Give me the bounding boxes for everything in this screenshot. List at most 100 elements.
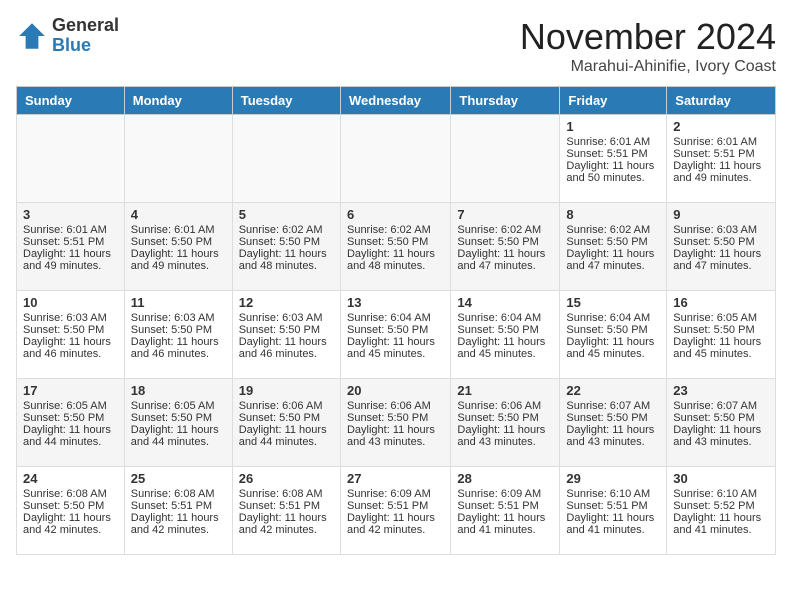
sunrise-text: Sunrise: 6:03 AM — [239, 312, 334, 324]
daylight-text: Daylight: 11 hours and 45 minutes. — [457, 336, 553, 360]
sunset-text: Sunset: 5:50 PM — [239, 412, 334, 424]
calendar-day-header: Wednesday — [340, 87, 450, 115]
sunrise-text: Sunrise: 6:02 AM — [239, 224, 334, 236]
sunrise-text: Sunrise: 6:05 AM — [131, 400, 226, 412]
sunrise-text: Sunrise: 6:10 AM — [673, 488, 769, 500]
sunrise-text: Sunrise: 6:01 AM — [23, 224, 118, 236]
calendar-day-header: Sunday — [17, 87, 125, 115]
daylight-text: Daylight: 11 hours and 42 minutes. — [23, 512, 118, 536]
daylight-text: Daylight: 11 hours and 46 minutes. — [239, 336, 334, 360]
calendar-cell — [124, 115, 232, 203]
sunset-text: Sunset: 5:51 PM — [239, 500, 334, 512]
location-text: Marahui-Ahinifie, Ivory Coast — [520, 58, 776, 76]
sunrise-text: Sunrise: 6:08 AM — [23, 488, 118, 500]
calendar-cell: 13Sunrise: 6:04 AMSunset: 5:50 PMDayligh… — [340, 291, 450, 379]
calendar-cell: 1Sunrise: 6:01 AMSunset: 5:51 PMDaylight… — [560, 115, 667, 203]
sunrise-text: Sunrise: 6:01 AM — [673, 136, 769, 148]
sunrise-text: Sunrise: 6:04 AM — [566, 312, 660, 324]
calendar-cell: 2Sunrise: 6:01 AMSunset: 5:51 PMDaylight… — [667, 115, 776, 203]
calendar-body: 1Sunrise: 6:01 AMSunset: 5:51 PMDaylight… — [17, 115, 776, 555]
sunrise-text: Sunrise: 6:03 AM — [131, 312, 226, 324]
daylight-text: Daylight: 11 hours and 41 minutes. — [673, 512, 769, 536]
day-number: 11 — [131, 295, 226, 310]
calendar-week-row: 3Sunrise: 6:01 AMSunset: 5:51 PMDaylight… — [17, 203, 776, 291]
sunrise-text: Sunrise: 6:09 AM — [347, 488, 444, 500]
daylight-text: Daylight: 11 hours and 49 minutes. — [23, 248, 118, 272]
day-number: 21 — [457, 383, 553, 398]
day-number: 24 — [23, 471, 118, 486]
sunset-text: Sunset: 5:50 PM — [23, 500, 118, 512]
day-number: 4 — [131, 207, 226, 222]
sunrise-text: Sunrise: 6:08 AM — [131, 488, 226, 500]
sunrise-text: Sunrise: 6:04 AM — [347, 312, 444, 324]
day-number: 2 — [673, 119, 769, 134]
daylight-text: Daylight: 11 hours and 43 minutes. — [566, 424, 660, 448]
day-number: 17 — [23, 383, 118, 398]
day-number: 29 — [566, 471, 660, 486]
sunset-text: Sunset: 5:50 PM — [347, 236, 444, 248]
calendar-cell — [451, 115, 560, 203]
calendar-cell: 3Sunrise: 6:01 AMSunset: 5:51 PMDaylight… — [17, 203, 125, 291]
calendar-week-row: 17 Sunrise: 6:05 AM Sunset: 5:50 PM Dayligh… — [17, 379, 776, 467]
day-number: 7 — [457, 207, 553, 222]
calendar-cell: 11Sunrise: 6:03 AMSunset: 5:50 PMDayligh… — [124, 291, 232, 379]
day-number: 8 — [566, 207, 660, 222]
day-number: 12 — [239, 295, 334, 310]
day-number: 23 — [673, 383, 769, 398]
day-number: 10 — [23, 295, 118, 310]
sunrise-text: Sunrise: 6:06 AM — [457, 400, 553, 412]
calendar-table: SundayMondayTuesdayWednesdayThursdayFrid… — [16, 86, 776, 555]
day-number: 15 — [566, 295, 660, 310]
day-number: 30 — [673, 471, 769, 486]
sunset-text: Sunset: 5:51 PM — [131, 500, 226, 512]
sunrise-text: Sunrise: 6:07 AM — [566, 400, 660, 412]
day-number: 25 — [131, 471, 226, 486]
calendar-week-row: 10Sunrise: 6:03 AMSunset: 5:50 PMDayligh… — [17, 291, 776, 379]
day-number: 22 — [566, 383, 660, 398]
calendar-cell — [17, 115, 125, 203]
calendar-day-header: Monday — [124, 87, 232, 115]
sunset-text: Sunset: 5:50 PM — [131, 324, 226, 336]
calendar-day-header: Friday — [560, 87, 667, 115]
day-number: 27 — [347, 471, 444, 486]
day-number: 14 — [457, 295, 553, 310]
sunrise-text: Sunrise: 6:05 AM — [673, 312, 769, 324]
daylight-text: Daylight: 11 hours and 42 minutes. — [347, 512, 444, 536]
daylight-text: Daylight: 11 hours and 41 minutes. — [457, 512, 553, 536]
calendar-cell: 15Sunrise: 6:04 AMSunset: 5:50 PMDayligh… — [560, 291, 667, 379]
calendar-header: SundayMondayTuesdayWednesdayThursdayFrid… — [17, 87, 776, 115]
calendar-day-header: Thursday — [451, 87, 560, 115]
sunset-text: Sunset: 5:50 PM — [131, 236, 226, 248]
sunset-text: Sunset: 5:50 PM — [566, 324, 660, 336]
calendar-week-row: 1 Sunrise: 6:01 AM Sunset: 5:51 PMDaylight… — [17, 115, 776, 203]
calendar-cell: 19Sunrise: 6:06 AMSunset: 5:50 PMDayligh… — [232, 379, 340, 467]
sunset-text: Sunset: 5:50 PM — [673, 236, 769, 248]
daylight-text: Daylight: 11 hours and 48 minutes. — [239, 248, 334, 272]
sunset-text: Sunset: 5:50 PM — [239, 236, 334, 248]
calendar-cell: 20Sunrise: 6:06 AMSunset: 5:50 PMDayligh… — [340, 379, 450, 467]
calendar-cell: 14Sunrise: 6:04 AMSunset: 5:50 PMDayligh… — [451, 291, 560, 379]
day-number: 1 — [566, 119, 660, 134]
sunset-text: Sunset: 5:50 PM — [457, 236, 553, 248]
calendar-week-row: 24Sunrise: 6:08 AMSunset: 5:50 PMDayligh… — [17, 467, 776, 555]
sunrise-text: Sunrise: 6:08 AM — [239, 488, 334, 500]
sunrise-text: Sunrise: 6:02 AM — [457, 224, 553, 236]
sunrise-text: Sunrise: 6:06 AM — [239, 400, 334, 412]
sunset-text: Sunset: 5:50 PM — [347, 412, 444, 424]
month-title: November 2024 — [520, 16, 776, 58]
sunrise-text: Sunrise: 6:04 AM — [457, 312, 553, 324]
calendar-cell — [340, 115, 450, 203]
daylight-text: Daylight: 11 hours and 46 minutes. — [23, 336, 118, 360]
calendar-cell: 28Sunrise: 6:09 AMSunset: 5:51 PMDayligh… — [451, 467, 560, 555]
daylight-text: Daylight: 11 hours and 50 minutes. — [566, 160, 660, 184]
sunset-text: Sunset: 5:51 PM — [566, 148, 660, 160]
daylight-text: Daylight: 11 hours and 42 minutes. — [131, 512, 226, 536]
sunset-text: Sunset: 5:50 PM — [239, 324, 334, 336]
logo-icon — [16, 20, 48, 52]
calendar-cell: 12 Sunrise: 6:03 AMSunset: 5:50 PMDayligh… — [232, 291, 340, 379]
sunset-text: Sunset: 5:50 PM — [23, 412, 118, 424]
calendar-cell: 16Sunrise: 6:05 AMSunset: 5:50 PMDayligh… — [667, 291, 776, 379]
calendar-cell: 17Sunrise: 6:05 AMSunset: 5:50 PMDayligh… — [17, 379, 125, 467]
sunset-text: Sunset: 5:50 PM — [457, 412, 553, 424]
sunrise-text: Sunrise: 6:03 AM — [673, 224, 769, 236]
